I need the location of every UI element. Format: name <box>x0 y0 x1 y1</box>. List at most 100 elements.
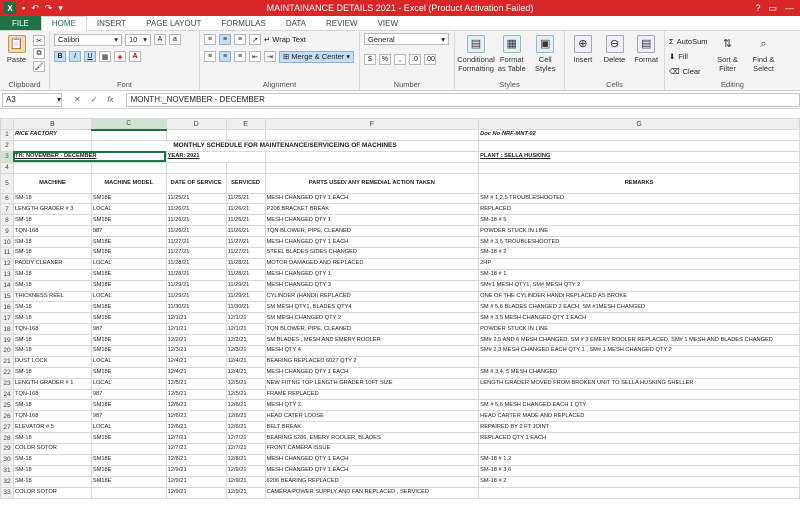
row-header[interactable]: 13 <box>0 268 14 281</box>
tab-home[interactable]: HOME <box>40 16 87 31</box>
row-header[interactable]: 22 <box>0 366 14 379</box>
cell[interactable] <box>12 139 92 152</box>
cell[interactable]: FRONT CAMERA ISSUE <box>264 443 480 455</box>
row-header[interactable]: 11 <box>0 247 14 259</box>
cell[interactable]: SM # 1,2,5 TROUBLESHOOTED <box>478 192 800 205</box>
align-right-icon[interactable]: ≡ <box>234 51 246 62</box>
format-as-table-button[interactable]: ▦ Format as Table <box>497 33 527 73</box>
cell[interactable]: 11/28/21 <box>165 268 227 281</box>
row-header[interactable]: 14 <box>0 279 14 292</box>
cell[interactable]: SM18E <box>90 268 167 281</box>
column-header-e[interactable]: E <box>225 118 266 130</box>
cell[interactable]: 12/5/21 <box>225 388 266 401</box>
cell[interactable]: 12/2/21 <box>225 334 266 347</box>
cell[interactable] <box>478 139 800 152</box>
cell[interactable]: 12/7/21 <box>165 432 227 445</box>
align-left-icon[interactable]: ≡ <box>204 51 216 62</box>
cell[interactable]: REPLACED <box>478 203 800 216</box>
cell[interactable]: 987 <box>90 410 167 423</box>
row-header[interactable]: 28 <box>0 432 14 445</box>
cell[interactable]: SM18E <box>90 279 167 292</box>
cell[interactable]: 11/30/21 <box>165 301 227 314</box>
cell[interactable]: ONE OF THE CYLINDER HANDI REPLACED AS BR… <box>478 290 800 303</box>
align-middle-icon[interactable]: ≡ <box>219 34 231 45</box>
italic-button[interactable]: I <box>69 51 81 62</box>
cell[interactable]: COLOR SOTOR <box>12 443 92 455</box>
row-header[interactable]: 18 <box>0 323 14 336</box>
cell[interactable]: 2HP <box>478 257 800 270</box>
cell[interactable]: 11/26/21 <box>225 225 266 238</box>
cell[interactable]: LOCAL <box>90 290 167 303</box>
row-header[interactable]: 27 <box>0 421 14 434</box>
row-header[interactable]: 30 <box>0 453 14 466</box>
delete-cells-button[interactable]: ⊖ Delete <box>601 33 629 64</box>
company-name-cell[interactable]: RICE FACTORY <box>12 129 92 141</box>
cell[interactable]: 12/6/21 <box>165 410 227 423</box>
cell[interactable]: 12/2/21 <box>165 334 227 347</box>
cell[interactable]: 12/9/21 <box>165 464 227 477</box>
column-header-b[interactable]: B <box>12 118 92 130</box>
cell[interactable]: SM18E <box>90 399 167 412</box>
cell[interactable]: SM18E <box>90 301 167 314</box>
header-remarks[interactable]: REMARKS <box>478 172 800 194</box>
undo-icon[interactable]: ↶ <box>31 3 39 14</box>
cell[interactable]: 12/4/21 <box>165 366 227 379</box>
cell[interactable]: 11/26/21 <box>165 214 227 227</box>
cell[interactable]: STEEL BLADES SIDES CHANGED <box>264 247 480 259</box>
cell[interactable]: POWDER STUCK IN LINE <box>478 323 800 336</box>
cell[interactable]: SM # 3,5 MESH CHANGED QTY 1 EACH <box>478 312 800 325</box>
cell[interactable] <box>90 486 167 499</box>
format-cells-button[interactable]: ▤ Format <box>632 33 660 64</box>
cell[interactable]: SM-18 <box>12 345 92 357</box>
cell[interactable]: COLOR SOTOR <box>12 486 92 499</box>
conditional-formatting-button[interactable]: ▤ Conditional Formatting <box>457 33 495 73</box>
cell[interactable]: 11/27/21 <box>225 236 266 249</box>
decrease-indent-icon[interactable]: ⇤ <box>249 51 261 62</box>
cell[interactable]: REPAIRED BY 2 FT JOINT <box>478 421 800 434</box>
select-all-corner[interactable] <box>0 118 14 130</box>
cell[interactable]: ELEVATOR # 5 <box>12 421 92 434</box>
row-header[interactable]: 16 <box>0 301 14 314</box>
tab-formulas[interactable]: FORMULAS <box>211 16 275 30</box>
cell[interactable]: TQN-168 <box>12 323 92 336</box>
cell[interactable]: 12/9/21 <box>165 475 227 488</box>
cell[interactable]: 11/28/21 <box>165 257 227 270</box>
insert-function-button[interactable]: fx <box>107 95 113 104</box>
cell[interactable]: TQN-168 <box>12 388 92 401</box>
row-header[interactable]: 5 <box>0 172 14 194</box>
cancel-icon[interactable]: ✕ <box>74 95 81 104</box>
formula-input[interactable]: MONTH:_NOVEMBER - DECEMBER <box>125 92 800 107</box>
orientation-icon[interactable]: ↗ <box>249 34 261 45</box>
row-header[interactable]: 29 <box>0 443 14 455</box>
clear-button[interactable]: ⌫ Clear <box>669 65 708 78</box>
borders-icon[interactable]: ▦ <box>99 51 111 62</box>
align-center-icon[interactable]: ≡ <box>219 51 231 62</box>
cell-styles-button[interactable]: ▣ Cell Styles <box>531 33 561 73</box>
cell[interactable]: 12/6/21 <box>225 421 266 434</box>
cell[interactable]: SM # 5,6 MESH CHANGED EACH 1 QTY <box>478 399 800 412</box>
year-cell[interactable]: YEAR: 2021 <box>165 150 266 163</box>
cell[interactable]: 12/1/21 <box>165 323 227 336</box>
cell[interactable]: SM-18 # 2 <box>478 475 800 488</box>
cell[interactable]: SM # 5,6 BLADES CHANGED 2 EACH, SM #1MES… <box>478 301 800 314</box>
cell[interactable]: DUST LOCK <box>12 355 92 368</box>
row-header[interactable]: 26 <box>0 410 14 423</box>
cell[interactable]: SM-18 <box>12 312 92 325</box>
row-header[interactable]: 4 <box>0 161 14 174</box>
row-header[interactable]: 6 <box>0 192 14 205</box>
cell[interactable]: LOCAL <box>90 421 167 434</box>
cell[interactable] <box>478 355 800 368</box>
cell[interactable]: 11/28/21 <box>225 268 266 281</box>
cell[interactable]: 12/7/21 <box>165 443 227 455</box>
cell[interactable]: 12/5/21 <box>165 377 227 390</box>
row-header[interactable]: 33 <box>0 486 14 499</box>
cell[interactable]: 11/28/21 <box>225 257 266 270</box>
cell[interactable]: MOTOR DAMAGED AND REPLACED <box>264 257 480 270</box>
sort-filter-button[interactable]: ⇅ Sort & Filter <box>712 33 744 73</box>
bold-button[interactable]: B <box>54 51 66 62</box>
font-color-icon[interactable]: A <box>129 51 141 62</box>
header-serviced[interactable]: SERVICED <box>225 172 266 194</box>
currency-icon[interactable]: $ <box>364 54 376 65</box>
cell[interactable]: TQN-168 <box>12 410 92 423</box>
cell[interactable]: SM18E <box>90 453 167 466</box>
